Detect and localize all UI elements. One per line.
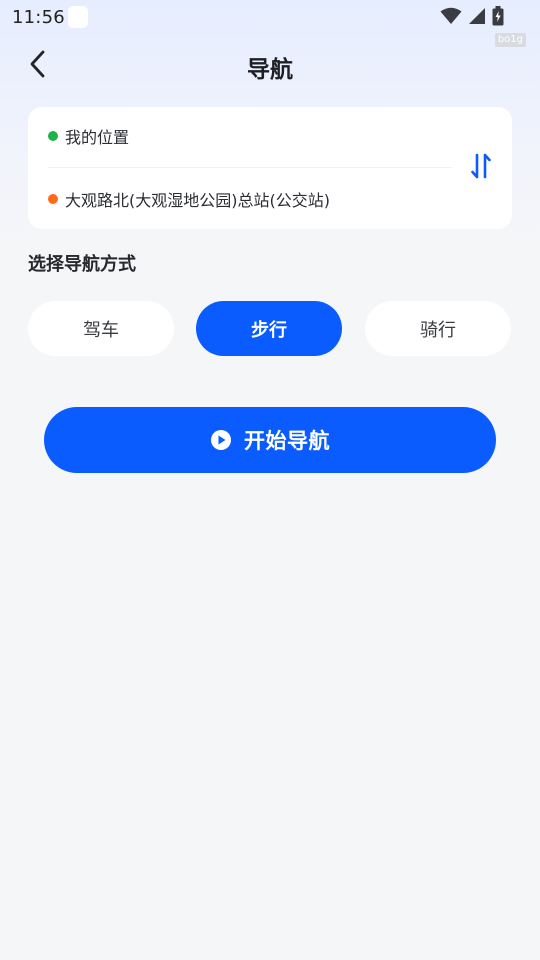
header: 导航 (0, 40, 540, 92)
battery-charging-icon (492, 6, 504, 26)
mode-walk-button[interactable]: 步行 (196, 301, 342, 356)
mode-drive-button[interactable]: 驾车 (28, 301, 174, 356)
navigation-mode-selector: 驾车 步行 骑行 (28, 301, 512, 356)
start-location-text: 我的位置 (65, 128, 130, 147)
destination-text: 大观路北(大观湿地公园)总站(公交站) (65, 191, 330, 210)
page-title: 导航 (247, 57, 293, 83)
start-dot-icon (48, 131, 58, 141)
status-time: 11:56 (12, 7, 65, 28)
mode-ride-button[interactable]: 骑行 (365, 301, 511, 356)
route-divider (48, 167, 452, 168)
end-dot-icon (48, 194, 58, 204)
play-circle-icon (210, 429, 232, 451)
start-location-field[interactable]: 我的位置 (48, 121, 129, 151)
swap-route-button[interactable] (464, 149, 498, 187)
start-navigation-label: 开始导航 (244, 429, 330, 453)
route-card: 我的位置 大观路北(大观湿地公园)总站(公交站) (28, 107, 512, 229)
start-navigation-button[interactable]: 开始导航 (44, 407, 496, 473)
cellular-signal-icon (468, 7, 486, 25)
status-bar: 11:56 (0, 0, 540, 34)
swap-vertical-icon (470, 151, 492, 185)
status-icons (440, 6, 504, 26)
destination-field[interactable]: 大观路北(大观湿地公园)总站(公交站) (48, 184, 330, 214)
section-title: 选择导航方式 (28, 254, 136, 275)
wifi-icon (440, 7, 462, 25)
notification-app-icon (68, 6, 88, 28)
